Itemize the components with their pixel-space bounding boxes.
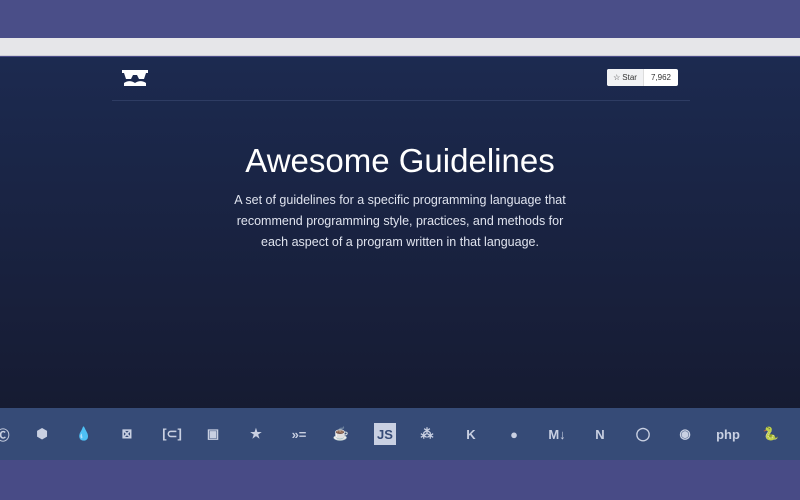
navbar: ☆ Star 7,962	[112, 57, 690, 101]
star-icon: ☆	[613, 73, 621, 82]
elixir-icon[interactable]: 💧	[73, 423, 95, 445]
language-icon-strip: Ⓒ ⬢ 💧 ⊠ [⊂] ▣ ★ »= ☕ JS ⁂ K ● M↓ N ◯ ◉ php 🐍	[0, 408, 800, 460]
clojure-icon[interactable]: [⊂]	[161, 423, 183, 445]
c-icon[interactable]: Ⓒ	[0, 423, 14, 445]
php-icon[interactable]: php	[716, 423, 740, 445]
markdown-icon[interactable]: M↓	[546, 423, 568, 445]
page-description: A set of guidelines for a specific progr…	[234, 193, 566, 249]
star-count[interactable]: 7,962	[644, 69, 678, 86]
window-background	[0, 0, 800, 38]
javascript-icon[interactable]: JS	[374, 423, 396, 445]
julia-icon[interactable]: ●	[503, 423, 525, 445]
elm-icon[interactable]: ⊠	[116, 423, 138, 445]
erlang-icon[interactable]: ★	[245, 423, 267, 445]
objective-c-icon[interactable]: ◯	[632, 423, 654, 445]
page-title: Awesome Guidelines	[245, 142, 555, 179]
python-icon[interactable]: 🐍	[760, 423, 782, 445]
github-star-button[interactable]: ☆ Star 7,962	[607, 69, 678, 86]
java-icon[interactable]: ☕	[330, 423, 352, 445]
sunglasses-logo-icon[interactable]	[122, 70, 148, 86]
haskell-icon[interactable]: »=	[288, 423, 310, 445]
go-icon[interactable]: ▣	[202, 423, 224, 445]
tor-icon[interactable]: ◉	[674, 423, 696, 445]
asana-icon[interactable]: ⁂	[416, 423, 438, 445]
sass-icon[interactable]: ⬢	[31, 423, 53, 445]
star-label: Star	[622, 73, 637, 82]
browser-toolbar	[0, 38, 800, 56]
kotlin-icon[interactable]: K	[460, 423, 482, 445]
dotnet-icon[interactable]: N	[589, 423, 611, 445]
